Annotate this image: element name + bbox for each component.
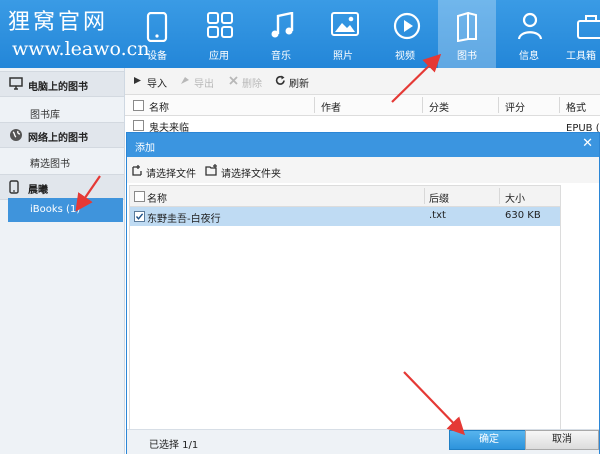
- col-rating[interactable]: 评分: [505, 99, 525, 114]
- add-file-icon: [132, 165, 142, 176]
- column-divider: [422, 97, 423, 113]
- phone-icon: [9, 180, 19, 194]
- computer-icon: [9, 77, 23, 90]
- file-ext: .txt: [429, 210, 446, 221]
- column-divider: [499, 188, 500, 204]
- books-table-header: 名称 作者 分类 评分 格式: [125, 95, 600, 116]
- nav-contacts[interactable]: 信息: [500, 0, 558, 68]
- photo-icon: [331, 12, 359, 36]
- confirm-button[interactable]: 确定: [449, 430, 529, 450]
- dialog-toolbar: 请选择文件 请选择文件夹: [127, 157, 599, 183]
- dialog-titlebar: 添加 ✕: [127, 133, 599, 157]
- export-label: 导出: [194, 79, 214, 90]
- nav-video[interactable]: 视频: [376, 0, 434, 68]
- nav-books[interactable]: 图书: [438, 0, 496, 68]
- globe-icon: [10, 129, 22, 141]
- import-icon: [134, 77, 141, 84]
- check-icon: [135, 213, 144, 220]
- nav-contacts-label: 信息: [519, 51, 539, 62]
- watermark-title: 狸窝官网: [8, 10, 109, 35]
- nav-photos-label: 照片: [333, 51, 353, 62]
- cancel-button[interactable]: 取消: [525, 430, 599, 450]
- delete-icon: [229, 76, 238, 85]
- col-name[interactable]: 名称: [149, 99, 169, 114]
- delete-label: 删除: [242, 79, 262, 90]
- file-col-name[interactable]: 名称: [147, 190, 167, 205]
- export-icon: [181, 77, 189, 84]
- sidebar-item-ibooks-label: iBooks (1): [30, 204, 81, 215]
- file-list-header: 名称 后缀 大小: [130, 186, 560, 207]
- file-col-size[interactable]: 大小: [505, 190, 525, 205]
- file-select-all-checkbox[interactable]: [134, 191, 145, 202]
- row-checkbox[interactable]: [133, 120, 144, 131]
- select-all-checkbox[interactable]: [133, 100, 144, 111]
- nav-music[interactable]: 音乐: [252, 0, 310, 68]
- file-size: 630 KB: [505, 210, 541, 221]
- close-icon[interactable]: ✕: [582, 136, 593, 151]
- dialog-footer: 已选择 1/1 确定 取消: [127, 429, 599, 454]
- nav-toolbox-label: 工具箱: [566, 51, 596, 62]
- nav-apps[interactable]: 应用: [190, 0, 248, 68]
- column-divider: [498, 97, 499, 113]
- sidebar-item-library[interactable]: 图书库: [30, 106, 60, 121]
- nav-video-label: 视频: [395, 51, 415, 62]
- sidebar: 电脑上的图书 图书库 网络上的图书 精选图书 晨曦 iBooks (1): [0, 68, 125, 454]
- top-navigation-bar: 狸窝官网 www.leawo.cn 设备 应用 音乐 照片 视频 图书 信息 工…: [0, 0, 600, 68]
- sidebar-item-featured[interactable]: 精选图书: [30, 155, 70, 170]
- dialog-title: 添加: [135, 143, 155, 154]
- file-name: 东野圭吾-白夜行: [147, 214, 221, 225]
- nav-music-label: 音乐: [271, 51, 291, 62]
- sidebar-section-pc-books[interactable]: 电脑上的图书: [0, 71, 124, 97]
- nav-device[interactable]: 设备: [128, 0, 186, 68]
- video-icon: [393, 12, 421, 40]
- import-label: 导入: [147, 79, 167, 90]
- sidebar-item-ibooks[interactable]: iBooks (1): [8, 198, 123, 222]
- selection-status: 已选择 1/1: [149, 440, 199, 451]
- column-divider: [314, 97, 315, 113]
- col-author[interactable]: 作者: [321, 99, 341, 114]
- sidebar-section-device[interactable]: 晨曦: [0, 174, 124, 200]
- col-category[interactable]: 分类: [429, 99, 449, 114]
- nav-toolbox[interactable]: 工具箱: [560, 0, 600, 68]
- file-row-checkbox[interactable]: [134, 211, 145, 222]
- sidebar-section-web-label: 网络上的图书: [28, 133, 88, 144]
- sidebar-section-pc-label: 电脑上的图书: [28, 82, 88, 93]
- column-divider: [424, 188, 425, 204]
- select-folder-button[interactable]: 请选择文件夹: [221, 165, 281, 180]
- sidebar-section-web-books[interactable]: 网络上的图书: [0, 122, 124, 148]
- select-file-button[interactable]: 请选择文件: [146, 165, 196, 180]
- books-toolbar: 导入 导出 删除 刷新: [125, 68, 600, 95]
- device-icon: [146, 12, 168, 42]
- file-list: 名称 后缀 大小 东野圭吾-白夜行 .txt 630 KB: [129, 185, 561, 431]
- add-folder-icon: [205, 164, 217, 176]
- column-divider: [559, 97, 560, 113]
- col-format[interactable]: 格式: [566, 99, 586, 114]
- file-row[interactable]: 东野圭吾-白夜行 .txt 630 KB: [130, 207, 560, 226]
- nav-photos[interactable]: 照片: [314, 0, 372, 68]
- sidebar-section-device-label: 晨曦: [28, 185, 48, 196]
- apps-icon: [207, 12, 233, 38]
- toolbox-icon: [577, 15, 600, 39]
- book-icon: [457, 12, 477, 42]
- nav-device-label: 设备: [147, 51, 167, 62]
- add-dialog: 添加 ✕ 请选择文件 请选择文件夹 名称 后缀 大小 东野圭吾-白夜行 .txt…: [126, 132, 600, 454]
- refresh-icon: [275, 75, 285, 85]
- contact-icon: [517, 12, 543, 40]
- music-icon: [271, 12, 294, 38]
- nav-apps-label: 应用: [209, 51, 229, 62]
- file-col-ext[interactable]: 后缀: [429, 190, 449, 205]
- nav-books-label: 图书: [457, 51, 477, 62]
- refresh-label: 刷新: [289, 79, 309, 90]
